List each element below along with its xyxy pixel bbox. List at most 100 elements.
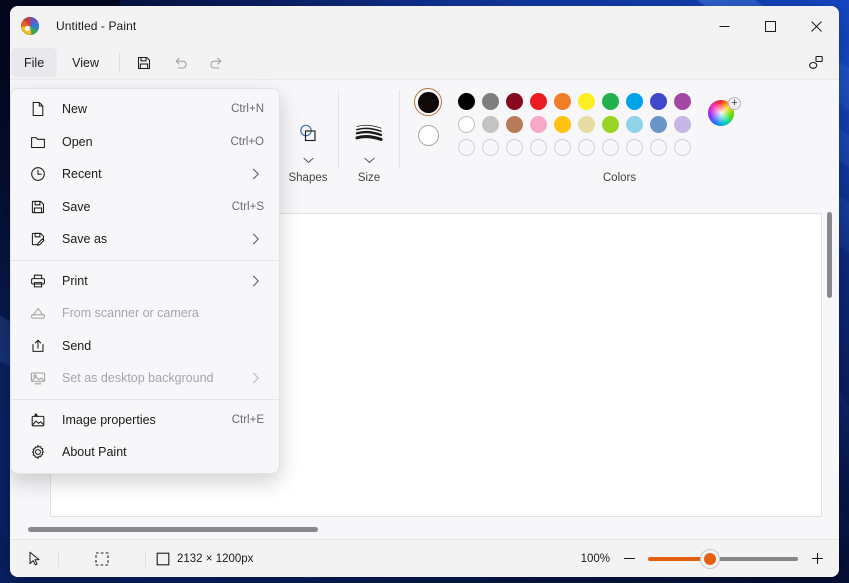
color-swatch-empty[interactable]	[530, 139, 547, 156]
clock-icon	[28, 166, 48, 182]
file-menu-flyout[interactable]: New Ctrl+N Open Ctrl+O Recent Save Ctrl+S Save …	[10, 88, 280, 474]
color-swatch[interactable]	[601, 93, 619, 110]
menu-separator	[11, 398, 279, 400]
secondary-color-swatch[interactable]	[414, 121, 442, 149]
menu-item-label: Save as	[62, 232, 108, 247]
size-label: Size	[357, 172, 381, 184]
chevron-right-icon	[248, 273, 264, 289]
zoom-percent-label: 100%	[580, 552, 610, 565]
menu-item-label: Recent	[62, 167, 102, 182]
paint-palette-icon	[21, 17, 39, 35]
color-swatch[interactable]	[457, 116, 475, 133]
image-dimensions-icon	[156, 552, 170, 566]
menu-item-label: From scanner or camera	[62, 306, 199, 321]
menu-item-label: About Paint	[62, 445, 127, 460]
menu-item-scanner: From scanner or camera	[14, 297, 276, 330]
color-swatch[interactable]	[505, 116, 523, 133]
menu-item-image-props[interactable]: Image properties Ctrl+E	[14, 404, 276, 437]
color-swatch-empty[interactable]	[458, 139, 475, 156]
save-icon[interactable]	[127, 48, 161, 77]
menu-item-print[interactable]: Print	[14, 265, 276, 298]
color-swatch-empty[interactable]	[626, 139, 643, 156]
zoom-slider[interactable]	[648, 549, 798, 568]
command-bar: File View	[10, 46, 839, 79]
folder-open-icon	[28, 134, 48, 150]
color-swatch[interactable]	[577, 116, 595, 133]
maximize-button[interactable]	[747, 6, 793, 46]
color-swatch-empty[interactable]	[506, 139, 523, 156]
tab-file[interactable]: File	[11, 48, 58, 77]
redo-icon[interactable]	[199, 48, 233, 77]
horizontal-scrollbar-thumb[interactable]	[28, 527, 318, 532]
color-swatch[interactable]	[625, 93, 643, 110]
menu-item-label: Save	[62, 199, 91, 214]
vertical-scrollbar[interactable]	[823, 208, 835, 523]
minimize-button[interactable]	[701, 6, 747, 46]
zoom-in-button[interactable]	[809, 551, 825, 567]
color-swatch-empty[interactable]	[650, 139, 667, 156]
color-swatch[interactable]	[673, 93, 691, 110]
color-swatch-empty[interactable]	[578, 139, 595, 156]
color-swatch[interactable]	[481, 93, 499, 110]
color-swatch[interactable]	[529, 93, 547, 110]
undo-icon[interactable]	[163, 48, 197, 77]
window-title: Untitled - Paint	[56, 19, 137, 33]
zoom-controls: 100%	[580, 549, 825, 568]
copilot-icon[interactable]	[799, 48, 833, 77]
menu-item-send[interactable]: Send	[14, 330, 276, 363]
color-swatch-grid	[454, 90, 694, 159]
desktop-image-icon	[28, 370, 48, 386]
menu-item-open[interactable]: Open Ctrl+O	[14, 126, 276, 159]
color-wheel-add-icon[interactable]: +	[708, 97, 741, 130]
image-size-cell: 2132 × 1200px	[146, 540, 263, 577]
vertical-scrollbar-thumb[interactable]	[827, 212, 832, 298]
share-send-icon	[28, 338, 48, 354]
color-swatch[interactable]	[529, 116, 547, 133]
menu-item-about[interactable]: About Paint	[14, 436, 276, 469]
menu-item-label: Image properties	[62, 412, 156, 427]
color-swatch-empty[interactable]	[482, 139, 499, 156]
tab-view[interactable]: View	[59, 48, 112, 77]
close-button[interactable]	[793, 6, 839, 46]
color-swatch[interactable]	[649, 116, 667, 133]
chevron-right-icon	[248, 231, 264, 247]
menu-item-save-as[interactable]: Save as	[14, 223, 276, 256]
scanner-icon	[28, 305, 48, 321]
menu-item-recent[interactable]: Recent	[14, 158, 276, 191]
menu-item-save[interactable]: Save Ctrl+S	[14, 191, 276, 224]
primary-color-swatch[interactable]	[414, 88, 442, 116]
title-bar[interactable]: Untitled - Paint	[10, 6, 839, 46]
zoom-out-button[interactable]	[621, 551, 637, 567]
color-swatch[interactable]	[649, 93, 667, 110]
zoom-slider-filled-track	[648, 556, 709, 561]
size-group[interactable]: Size	[339, 80, 399, 194]
color-swatch-empty[interactable]	[602, 139, 619, 156]
horizontal-scrollbar[interactable]	[24, 523, 815, 535]
menu-item-label: Print	[62, 273, 88, 288]
active-colors	[414, 88, 442, 149]
zoom-slider-thumb[interactable]	[701, 549, 719, 568]
colors-group: + Colors	[400, 80, 839, 194]
shapes-group[interactable]: Shapes	[278, 80, 338, 194]
primary-color-fill	[417, 91, 439, 113]
color-swatch[interactable]	[577, 93, 595, 110]
menu-item-shortcut: Ctrl+N	[231, 103, 264, 116]
color-swatch[interactable]	[553, 93, 571, 110]
color-swatch[interactable]	[553, 116, 571, 133]
color-swatch[interactable]	[673, 116, 691, 133]
color-swatch-empty[interactable]	[674, 139, 691, 156]
printer-icon	[28, 273, 48, 289]
color-swatch[interactable]	[481, 116, 499, 133]
color-swatch-empty[interactable]	[554, 139, 571, 156]
color-swatch[interactable]	[505, 93, 523, 110]
save-floppy-icon	[28, 199, 48, 215]
shapes-chevron-down-icon[interactable]	[302, 151, 314, 169]
color-swatch[interactable]	[457, 93, 475, 110]
color-swatch[interactable]	[625, 116, 643, 133]
menu-item-new[interactable]: New Ctrl+N	[14, 93, 276, 126]
color-swatch[interactable]	[601, 116, 619, 133]
chevron-right-icon	[248, 370, 264, 386]
menu-item-desktop-bg: Set as desktop background	[14, 362, 276, 395]
paint-window: Untitled - Paint File View Shapes Size +…	[10, 6, 839, 577]
size-chevron-down-icon[interactable]	[363, 151, 375, 169]
